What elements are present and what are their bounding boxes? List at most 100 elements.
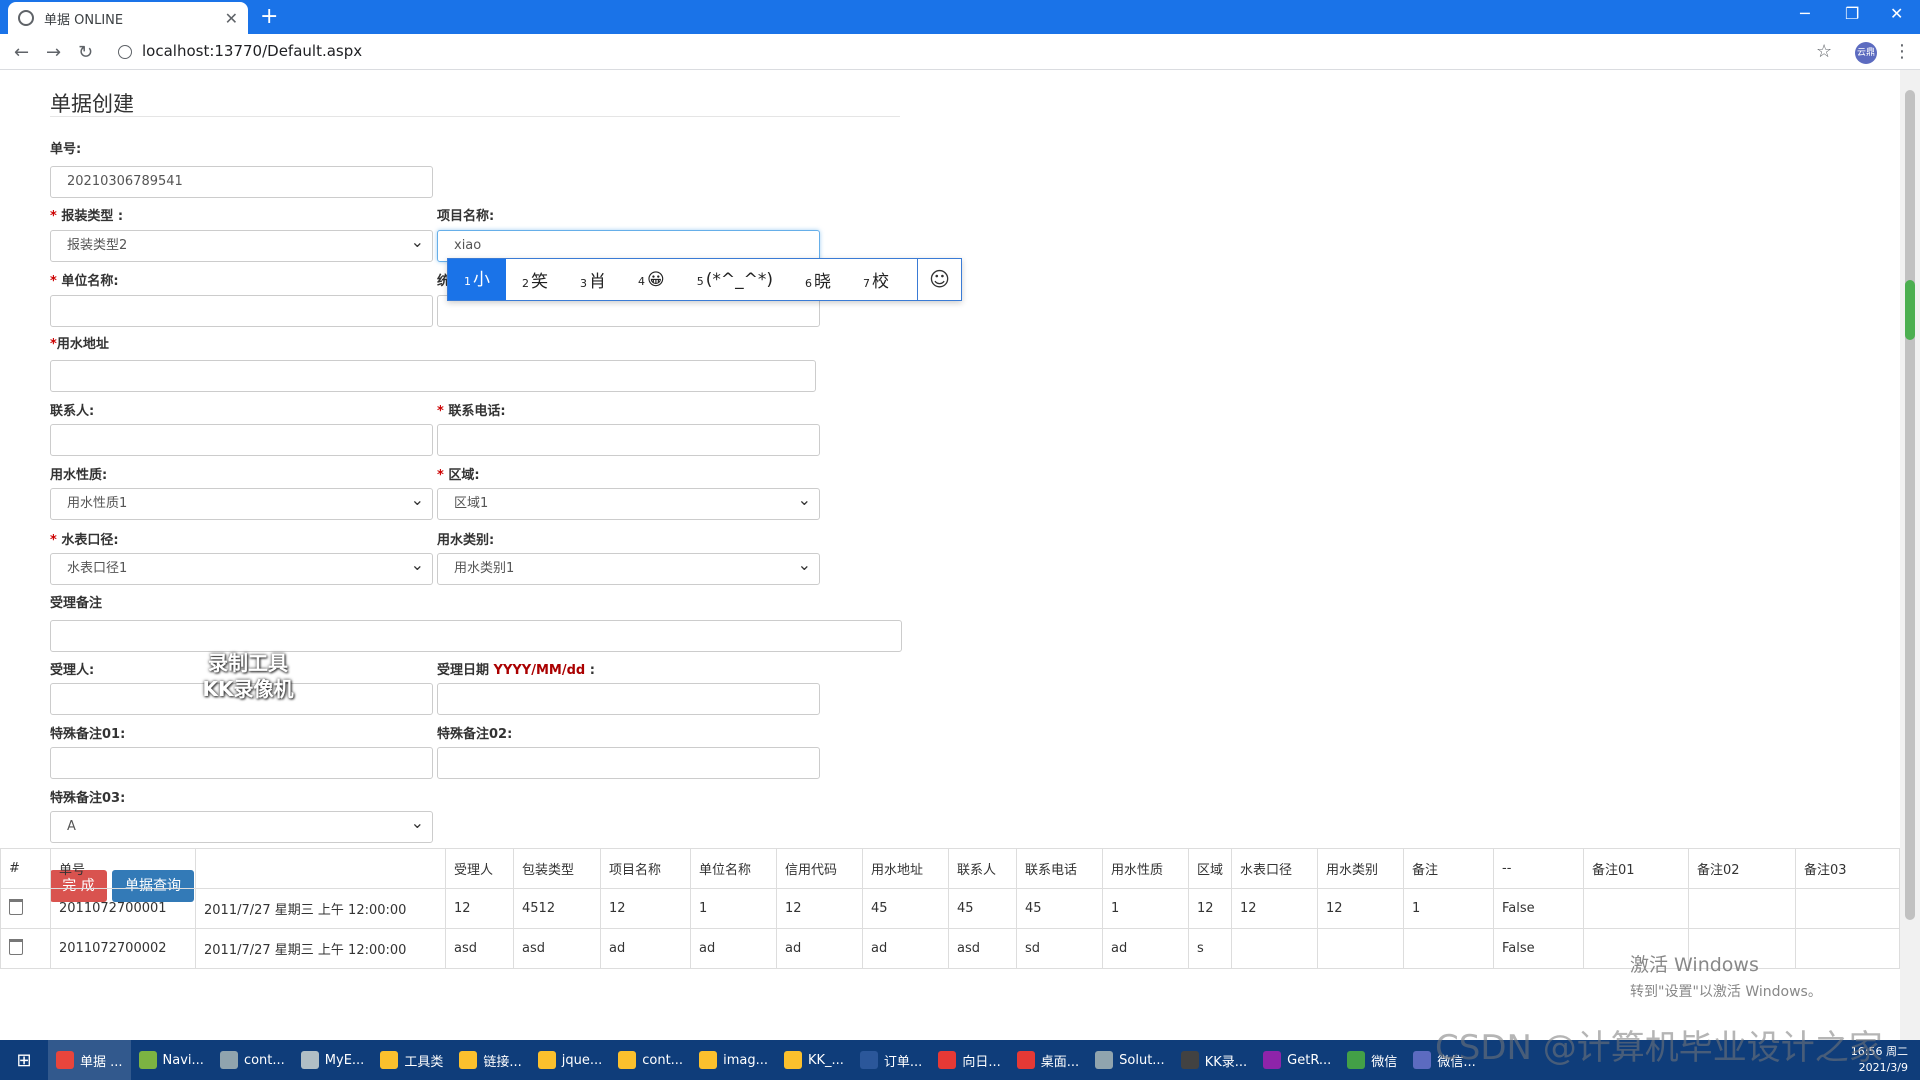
- ime-candidate-1[interactable]: 1小: [448, 259, 506, 300]
- app-icon: [537, 1051, 556, 1069]
- project-label: 项目名称:: [437, 209, 495, 224]
- table-cell: ad: [690, 928, 777, 969]
- col-remark01: 备注01: [1583, 848, 1690, 889]
- taskbar-item[interactable]: KK_...: [776, 1040, 852, 1080]
- url-text[interactable]: localhost:13770/Default.aspx: [142, 42, 362, 60]
- taskbar-item-label: Solut...: [1119, 1052, 1165, 1068]
- reload-icon[interactable]: ↻: [78, 42, 93, 63]
- meter-select[interactable]: 水表口径1: [50, 550, 433, 585]
- csdn-watermark: CSDN @计算机毕业设计之家: [1435, 1028, 1883, 1068]
- browser-tab-strip: 单据 ONLINE ✕ + ─ ❐ ✕: [0, 0, 1920, 34]
- table-cell: 12: [1187, 888, 1233, 929]
- taskbar-item-label: Navi...: [162, 1052, 204, 1068]
- ime-candidate-4[interactable]: 4 😀: [622, 270, 681, 290]
- app-icon: [219, 1051, 238, 1069]
- taskbar-item-label: 微信: [1371, 1054, 1398, 1070]
- taskbar-item[interactable]: 向日...: [930, 1040, 1008, 1080]
- table-cell: False: [1493, 928, 1585, 969]
- taskbar-item[interactable]: MyE...: [293, 1040, 373, 1080]
- region-select[interactable]: 区域1: [437, 485, 820, 520]
- unit-input[interactable]: [50, 295, 433, 327]
- app-icon: [1095, 1051, 1114, 1069]
- browser-tab[interactable]: 单据 ONLINE ✕: [8, 2, 248, 34]
- forward-icon[interactable]: →: [46, 42, 61, 63]
- table-cell: False: [1493, 888, 1585, 929]
- taskbar-item-label: 桌面...: [1040, 1054, 1080, 1070]
- col-pkg-type: 包装类型: [513, 848, 601, 889]
- pkg-type-label: * 报装类型 :: [50, 209, 124, 224]
- taskbar-item[interactable]: 工具类: [372, 1040, 451, 1080]
- smiley-icon[interactable]: ☺: [917, 259, 961, 300]
- col-contact: 联系人: [948, 848, 1017, 889]
- water-nature-select[interactable]: 用水性质1: [50, 485, 433, 520]
- special02-input[interactable]: [437, 747, 820, 779]
- ime-candidate-3[interactable]: 3肖: [564, 267, 622, 292]
- ime-candidate-7[interactable]: 7校: [847, 267, 905, 292]
- taskbar-item[interactable]: 链接...: [451, 1040, 529, 1080]
- taskbar-item[interactable]: Navi...: [131, 1040, 212, 1080]
- app-icon: [938, 1051, 957, 1069]
- taskbar-item[interactable]: jque...: [530, 1040, 611, 1080]
- close-window-icon[interactable]: ✕: [1890, 4, 1903, 23]
- table-cell: 2011/7/27 星期三 上午 12:00:00: [195, 928, 446, 969]
- table-cell: [1583, 888, 1690, 929]
- taskbar-item[interactable]: 订单...: [852, 1040, 930, 1080]
- taskbar-item[interactable]: GetR...: [1255, 1040, 1339, 1080]
- special03-select[interactable]: A: [50, 808, 433, 843]
- ime-candidate-2[interactable]: 2笑: [506, 267, 564, 292]
- taskbar-item[interactable]: imag...: [691, 1040, 776, 1080]
- new-tab-icon[interactable]: +: [260, 4, 278, 29]
- back-icon[interactable]: ←: [14, 42, 29, 63]
- app-icon: [618, 1051, 637, 1069]
- taskbar-item[interactable]: cont...: [212, 1040, 293, 1080]
- accept-note-input[interactable]: [50, 620, 902, 652]
- app-icon: [300, 1051, 319, 1069]
- address-input[interactable]: [50, 360, 816, 392]
- order-no-input[interactable]: 20210306789541: [50, 166, 433, 198]
- site-info-icon[interactable]: [118, 45, 132, 59]
- table-cell: 12: [776, 888, 863, 929]
- table-cell: ad: [776, 928, 863, 969]
- trash-icon[interactable]: [9, 898, 23, 915]
- special02-label: 特殊备注02:: [437, 727, 513, 742]
- table-cell: [1795, 888, 1900, 929]
- ime-candidate-6[interactable]: 6晓: [789, 267, 847, 292]
- taskbar-item[interactable]: 单据 ...: [48, 1040, 131, 1080]
- windows-start-icon[interactable]: ⊞: [0, 1050, 48, 1071]
- table-row: 2011072700001 2011/7/27 星期三 上午 12:00:00 …: [0, 888, 1900, 929]
- taskbar-item[interactable]: 微信: [1339, 1040, 1405, 1080]
- scrollbar-thumb[interactable]: [1905, 90, 1915, 920]
- restore-icon[interactable]: ❐: [1845, 4, 1859, 23]
- taskbar-item[interactable]: Solut...: [1087, 1040, 1173, 1080]
- taskbar-item[interactable]: cont...: [610, 1040, 691, 1080]
- app-icon: [783, 1051, 802, 1069]
- taskbar-item-label: KK录...: [1204, 1054, 1248, 1070]
- table-cell: 12: [600, 888, 691, 929]
- app-icon: [859, 1051, 878, 1069]
- table-cell: ad: [862, 928, 949, 969]
- col-dash: --: [1493, 848, 1585, 889]
- accept-date-input[interactable]: [437, 683, 820, 715]
- profile-avatar[interactable]: 云鼎: [1855, 42, 1877, 64]
- taskbar-item[interactable]: KK录...: [1173, 1040, 1255, 1080]
- taskbar-item[interactable]: 桌面...: [1009, 1040, 1087, 1080]
- table-cell: s: [1187, 928, 1233, 969]
- water-cat-select[interactable]: 用水类别1: [437, 550, 820, 585]
- ime-candidate-5[interactable]: 5 (*^_^*): [681, 270, 789, 290]
- taskbar-item-label: 向日...: [962, 1054, 1001, 1070]
- close-tab-icon[interactable]: ✕: [225, 9, 238, 28]
- trash-icon[interactable]: [9, 938, 23, 955]
- pkg-type-select[interactable]: 报装类型2: [50, 227, 433, 262]
- table-cell: asd: [948, 928, 1017, 969]
- meter-label: * 水表口径:: [50, 533, 119, 548]
- browser-menu-icon[interactable]: ⋮: [1893, 41, 1911, 62]
- minimize-icon[interactable]: ─: [1800, 4, 1810, 23]
- page-scrollbar[interactable]: [1900, 70, 1920, 1040]
- phone-input[interactable]: [437, 424, 820, 456]
- accept-date-label: 受理日期 YYYY/MM/dd :: [437, 663, 595, 678]
- contact-input[interactable]: [50, 424, 433, 456]
- bookmark-star-icon[interactable]: ☆: [1816, 41, 1832, 62]
- table-cell: [1403, 928, 1495, 969]
- order-no-label: 单号:: [50, 142, 82, 157]
- special01-input[interactable]: [50, 747, 433, 779]
